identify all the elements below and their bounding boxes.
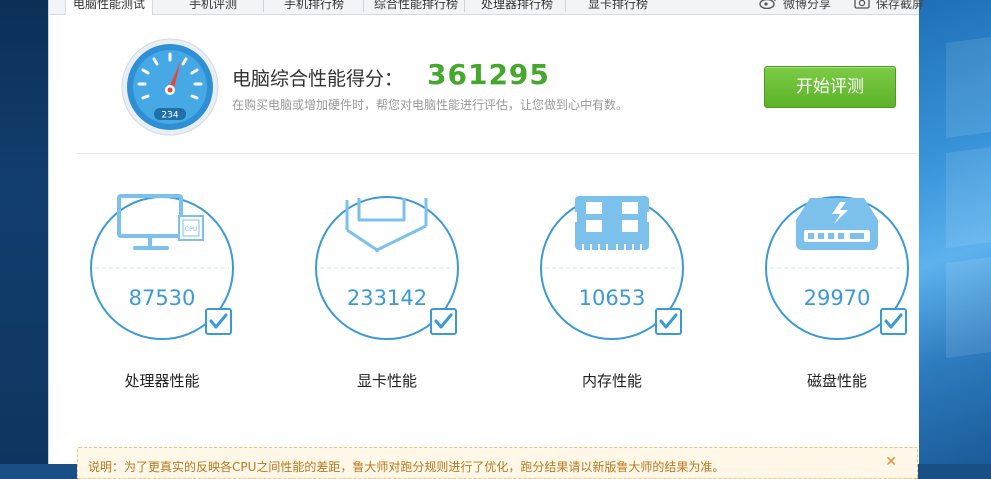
gpu-checkbox[interactable] (430, 308, 457, 335)
disk-score: 29970 (803, 286, 871, 310)
tab-bar: 电脑性能测试 手机评测 手机排行榜 综合性能排行榜 处理器排行榜 显卡排行榜 微… (49, 0, 924, 15)
metric-card-disk[interactable]: 29970 磁盘性能 (764, 190, 914, 390)
camera-icon (854, 0, 870, 15)
speedometer-icon: 234 (121, 38, 219, 136)
memory-score: 10653 (578, 286, 646, 310)
metric-card-cpu[interactable]: CPU 87530 处理器性能 (89, 190, 239, 390)
checkmark-icon (880, 308, 907, 335)
gpu-label: 显卡性能 (356, 372, 417, 390)
total-score: 361295 (427, 58, 550, 91)
metric-card-gpu[interactable]: 233142 显卡性能 (314, 190, 464, 390)
app-window: 电脑性能测试 手机评测 手机排行榜 综合性能排行榜 处理器排行榜 显卡排行榜 微… (48, 0, 924, 479)
gpu-score: 233142 (346, 286, 428, 310)
divider (77, 153, 918, 154)
metric-card-memory[interactable]: 10653 内存性能 (539, 190, 689, 390)
cpu-label: 处理器性能 (124, 372, 200, 390)
save-screenshot-button[interactable]: 保存截屏 (854, 0, 924, 14)
memory-checkbox[interactable] (655, 308, 682, 335)
checkmark-icon (205, 308, 232, 335)
score-label: 电脑综合性能得分： (232, 68, 404, 90)
memory-label: 内存性能 (581, 372, 642, 390)
close-icon[interactable]: ✕ (885, 454, 897, 470)
score-subtitle: 在购买电脑或增加硬件时，帮您对电脑性能进行评估，让您做到心中有数。 (232, 98, 629, 112)
weibo-share-button[interactable]: 微博分享 (759, 0, 831, 14)
weibo-icon (759, 0, 777, 15)
save-screenshot-label: 保存截屏 (876, 0, 925, 11)
disk-label: 磁盘性能 (806, 372, 867, 390)
notice-text: 说明：为了更真实的反映各CPU之间性能的差距，鲁大师对跑分规则进行了优化，跑分结… (88, 460, 725, 474)
start-benchmark-button[interactable]: 开始评测 (764, 66, 896, 108)
checkmark-icon (430, 308, 457, 335)
weibo-share-label: 微博分享 (783, 0, 832, 11)
desktop-background-right (918, 0, 991, 464)
tab-gpu-ranking[interactable]: 显卡排行榜 (569, 0, 667, 14)
cpu-score: 87530 (128, 286, 196, 310)
tab-pc-performance[interactable]: 电脑性能测试 (65, 0, 153, 15)
checkmark-icon (655, 308, 682, 335)
tab-phone-ranking[interactable]: 手机排行榜 (271, 0, 357, 14)
desktop-background (0, 0, 48, 464)
tab-phone-review[interactable]: 手机评测 (173, 0, 253, 14)
notice-bar: 说明：为了更真实的反映各CPU之间性能的差距，鲁大师对跑分规则进行了优化，跑分结… (77, 447, 918, 479)
tab-cpu-ranking[interactable]: 处理器排行榜 (469, 0, 565, 14)
gauge-reading: 234 (161, 111, 178, 121)
svg-text:CPU: CPU (185, 226, 197, 233)
disk-checkbox[interactable] (880, 308, 907, 335)
tab-overall-ranking[interactable]: 综合性能排行榜 (367, 0, 465, 14)
cpu-checkbox[interactable] (205, 308, 232, 335)
